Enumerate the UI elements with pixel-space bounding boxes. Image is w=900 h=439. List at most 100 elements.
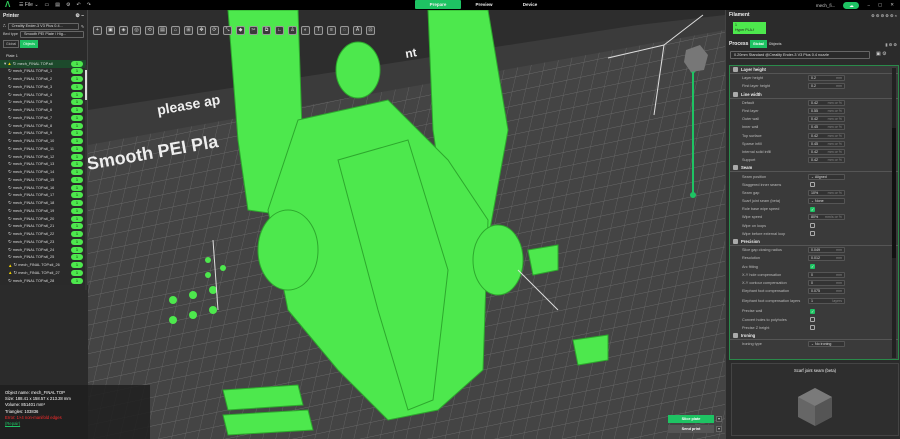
filament-badge[interactable]: 1 (71, 192, 83, 199)
setting-checkbox[interactable] (810, 325, 815, 331)
setting-input[interactable]: 0.049 mm (808, 247, 845, 254)
filament-badge[interactable]: 1 (71, 76, 83, 83)
3d-viewport[interactable]: please ap Smooth PEI Pla nt + ▣ ◈ ◎ ⟲ ▤ … (88, 10, 725, 439)
object-list-item[interactable]: ▲ ↻ mech_FINAL TOP.stl_27 1 (0, 269, 86, 277)
filament-badge[interactable]: 1 (71, 254, 83, 261)
setting-input[interactable]: 0.45 mm or % (808, 140, 845, 147)
filament-badge[interactable]: 1 (71, 138, 83, 145)
rotate-icon[interactable]: ⟳ (210, 25, 219, 35)
setting-input[interactable]: 0 mm (808, 271, 845, 278)
settings-scrollbar[interactable] (892, 68, 896, 358)
cut-icon[interactable]: ✂ (249, 25, 258, 35)
add-icon[interactable]: + (93, 25, 102, 35)
filament-badge[interactable]: 1 (71, 68, 83, 75)
filament-badge[interactable]: 1 (71, 200, 83, 207)
filament-badge[interactable]: 1 (71, 130, 83, 137)
filament-swatch[interactable]: 1 Hyper PLA-f (733, 22, 766, 34)
setting-input[interactable]: 0.42 mm or % (808, 99, 845, 106)
object-list-item[interactable]: ▾ ▲ ↻ mech_FINAL TOP.stl 1 (0, 59, 86, 68)
setting-input[interactable]: 0.55 mm or % (808, 108, 845, 115)
setting-checkbox[interactable]: ✓ (810, 264, 815, 270)
process-tools-icon[interactable]: ▮ ⚙ ⚙ (885, 42, 897, 47)
object-list-item[interactable]: ↻ mech_FINAL TOP.stl_15 1 (0, 176, 86, 184)
tab-global[interactable]: Global (3, 40, 20, 48)
tab-prepare[interactable]: Prepare (415, 0, 461, 9)
maximize-button[interactable]: ▢ (878, 2, 882, 8)
filament-badge[interactable]: 1 (71, 145, 83, 152)
setting-input[interactable]: 0.2 mm (808, 83, 845, 90)
object-list-item[interactable]: ↻ mech_FINAL TOP.stl_12 1 (0, 153, 86, 161)
orient-icon[interactable]: ◈ (119, 25, 128, 35)
object-list-item[interactable]: ↻ mech_FINAL TOP.stl_18 1 (0, 199, 86, 207)
color-paint-icon[interactable]: ◌ (340, 25, 349, 35)
assembly-icon[interactable]: A (353, 25, 362, 35)
filament-badge[interactable]: 1 (71, 215, 83, 222)
cloud-icon[interactable]: ☁ (843, 1, 860, 9)
filament-badge[interactable]: 1 (71, 207, 83, 214)
filament-badge[interactable]: 1 (71, 231, 83, 238)
setting-input[interactable]: 1 layers (808, 298, 845, 305)
support-paint-icon[interactable]: ♙ (288, 25, 297, 35)
setting-input[interactable]: 0.42 mm or % (808, 157, 845, 164)
text-icon[interactable]: T (314, 25, 323, 35)
filament-badge[interactable]: 1 (71, 262, 83, 269)
filament-badge[interactable]: 1 (71, 83, 83, 90)
plate-item[interactable]: Plate 1 (6, 54, 18, 58)
plate-settings-icon[interactable]: ▤ (158, 25, 167, 35)
save-icon[interactable]: ▤ (55, 2, 60, 8)
setting-input[interactable]: 0.42 mm or % (808, 148, 845, 155)
preset-save-icon[interactable]: ▣ ⚙ (876, 51, 887, 57)
setting-input[interactable]: 0.075 mm (808, 288, 845, 295)
process-tab-global[interactable]: Global (749, 40, 767, 48)
close-button[interactable]: ✕ (890, 2, 894, 8)
filament-badge[interactable]: 1 (71, 122, 83, 129)
object-list-item[interactable]: ↻ mech_FINAL TOP.stl_1 1 (0, 68, 86, 76)
tab-preview[interactable]: Preview (461, 0, 507, 9)
variable-layer-icon[interactable]: ≡ (327, 25, 336, 35)
printer-settings-icon[interactable]: ⚙ – (75, 13, 84, 19)
setting-checkbox[interactable] (810, 231, 815, 237)
setting-input[interactable]: 0.012 mm (808, 255, 845, 262)
layers-icon[interactable]: ⊞ (184, 25, 193, 35)
object-list-item[interactable]: ↻ mech_FINAL TOP.stl_20 1 (0, 215, 86, 223)
setting-checkbox[interactable] (810, 223, 815, 229)
object-list-item[interactable]: ↻ mech_FINAL TOP.stl_17 1 (0, 192, 86, 200)
filament-badge[interactable]: 1 (71, 91, 83, 98)
redo-icon[interactable]: ↷ (87, 2, 91, 8)
process-preset-select[interactable]: 0.20mm Standard @Creality Ender-3 V3 Plu… (730, 51, 870, 59)
object-list-item[interactable]: ↻ mech_FINAL TOP.stl_24 1 (0, 246, 86, 254)
filament-badge[interactable]: 1 (71, 114, 83, 121)
setting-select[interactable]: ⌄ No ironing (808, 341, 845, 348)
setting-checkbox[interactable] (810, 182, 815, 188)
setting-input[interactable]: 10% mm or % (808, 189, 845, 196)
seam-paint-icon[interactable]: ◐ (301, 25, 310, 35)
edit-printer-icon[interactable]: ✎ (81, 24, 84, 29)
object-list-item[interactable]: ↻ mech_FINAL TOP.stl_9 1 (0, 130, 86, 138)
settings-icon[interactable]: ⚙ (66, 2, 70, 8)
bed-type-select[interactable]: Smooth PEI Plate / Hig... (20, 30, 84, 38)
filament-badge[interactable]: 1 (71, 223, 83, 230)
add-plate-icon[interactable]: ▣ (106, 25, 115, 35)
setting-input[interactable]: 0.42 mm or % (808, 116, 845, 123)
object-list-item[interactable]: ↻ mech_FINAL TOP.stl_8 1 (0, 122, 86, 130)
object-list-item[interactable]: ↻ mech_FINAL TOP.stl_6 1 (0, 106, 86, 114)
boolean-icon[interactable]: ⧉ (262, 25, 271, 35)
setting-checkbox[interactable]: ✓ (810, 308, 815, 314)
object-list-item[interactable]: ↻ mech_FINAL TOP.stl_10 1 (0, 137, 86, 145)
setting-input[interactable]: 0 mm (808, 279, 845, 286)
object-list-item[interactable]: ↻ mech_FINAL TOP.stl_3 1 (0, 83, 86, 91)
measure-icon[interactable]: ∟ (275, 25, 284, 35)
menu-icon[interactable]: ☰ File ⌄ (19, 2, 39, 8)
filament-badge[interactable]: 1 (71, 99, 83, 106)
auto-orient-icon[interactable]: ⟲ (145, 25, 154, 35)
setting-input[interactable]: 80% mm/s or % (808, 214, 845, 221)
repair-link[interactable]: (Repair) (5, 421, 145, 427)
setting-select[interactable]: ⌄ None (808, 198, 845, 205)
setting-select[interactable]: ⌄ Aligned (808, 173, 845, 180)
object-list-item[interactable]: ↻ mech_FINAL TOP.stl_19 1 (0, 207, 86, 215)
move-icon[interactable]: ✥ (197, 25, 206, 35)
scale-icon[interactable]: ⤡ (223, 25, 232, 35)
object-list-item[interactable]: ↻ mech_FINAL TOP.stl_23 1 (0, 238, 86, 246)
filament-badge[interactable]: 1 (71, 184, 83, 191)
object-list-item[interactable]: ↻ mech_FINAL TOP.stl_25 1 (0, 254, 86, 262)
